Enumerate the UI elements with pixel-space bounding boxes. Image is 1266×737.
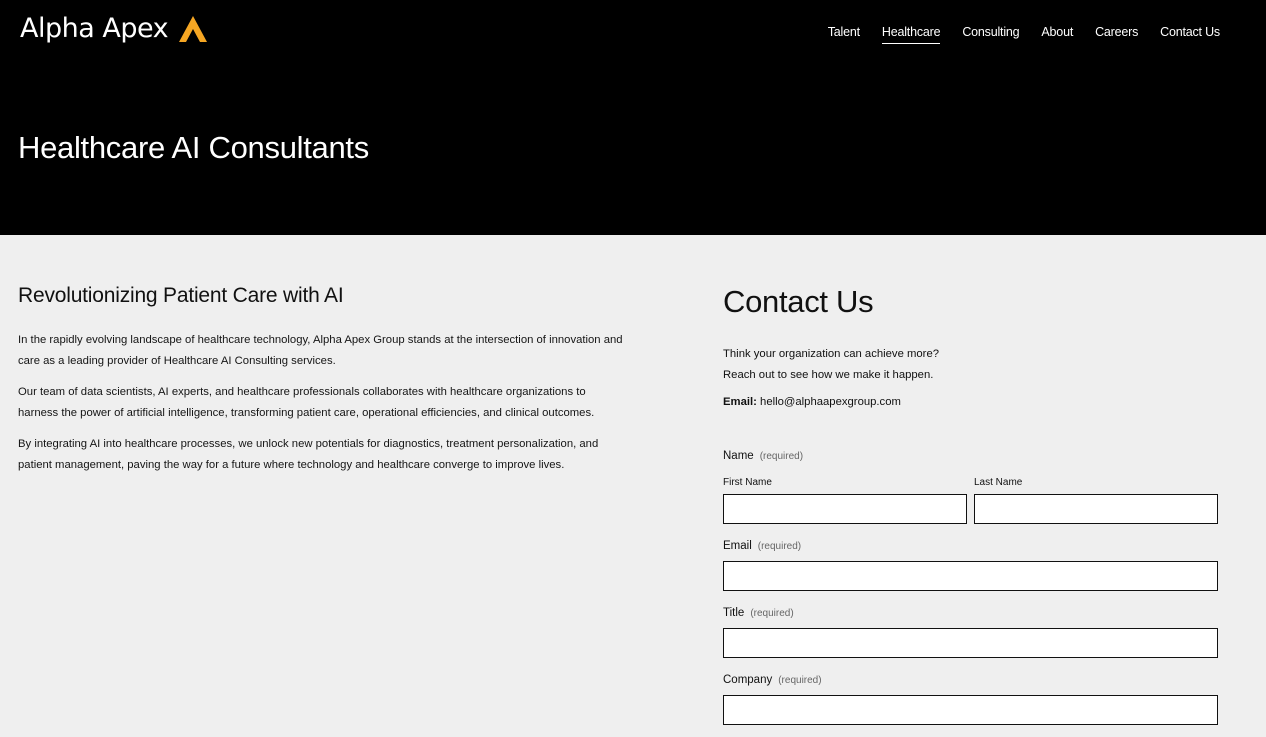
last-name-input[interactable] — [974, 494, 1218, 524]
title-input[interactable] — [723, 628, 1218, 658]
company-label: Company — [723, 674, 773, 686]
section-heading: Revolutionizing Patient Care with AI — [18, 284, 344, 307]
brand-logo[interactable]: Alpha Apex — [20, 13, 208, 44]
first-name-input[interactable] — [723, 494, 967, 524]
hero-banner: Alpha Apex Talent Healthcare Consulting … — [0, 0, 1266, 235]
email-required: (required) — [757, 541, 802, 552]
title-field-label: Title (required) — [723, 607, 794, 619]
last-name-label: Last Name — [974, 477, 1023, 488]
triangle-apex-icon — [179, 15, 208, 42]
email-field-label-text: Email — [723, 540, 752, 552]
intro-section: Revolutionizing Patient Care with AI In … — [18, 284, 628, 486]
paragraph-1: In the rapidly evolving landscape of hea… — [18, 334, 623, 367]
company-field-label: Company (required) — [723, 674, 822, 686]
name-field-label: Name (required) — [723, 450, 803, 462]
nav-careers[interactable]: Careers — [1095, 25, 1138, 44]
email-input[interactable] — [723, 561, 1218, 591]
email-label: Email: — [723, 396, 757, 408]
name-label: Name — [723, 450, 754, 462]
email-field-label: Email (required) — [723, 540, 801, 552]
contact-title: Contact Us — [723, 284, 874, 319]
intro-line-1: Think your organization can achieve more… — [723, 348, 940, 360]
main-nav: Talent Healthcare Consulting About Caree… — [828, 25, 1220, 44]
title-label: Title — [723, 607, 745, 619]
paragraph-2: Our team of data scientists, AI experts,… — [18, 386, 595, 419]
first-name-label: First Name — [723, 477, 772, 488]
intro-line-2: Reach out to see how we make it happen. — [723, 369, 934, 381]
contact-section: Contact Us Think your organization can a… — [723, 284, 1218, 725]
page-title: Healthcare AI Consultants — [18, 130, 369, 165]
nav-contact-us[interactable]: Contact Us — [1160, 25, 1220, 44]
company-input[interactable] — [723, 695, 1218, 725]
contact-email: Email: hello@alphaapexgroup.com — [723, 396, 901, 408]
nav-about[interactable]: About — [1041, 25, 1073, 44]
nav-consulting[interactable]: Consulting — [962, 25, 1019, 44]
title-required: (required) — [750, 608, 794, 619]
brand-name: Alpha Apex — [20, 13, 169, 44]
company-required: (required) — [778, 675, 822, 686]
nav-healthcare[interactable]: Healthcare — [881, 25, 941, 44]
paragraph-3: By integrating AI into healthcare proces… — [18, 438, 599, 471]
email-address-link[interactable]: hello@alphaapexgroup.com — [760, 396, 901, 408]
nav-talent[interactable]: Talent — [828, 25, 860, 44]
contact-intro: Think your organization can achieve more… — [723, 344, 939, 386]
name-required: (required) — [759, 451, 804, 462]
